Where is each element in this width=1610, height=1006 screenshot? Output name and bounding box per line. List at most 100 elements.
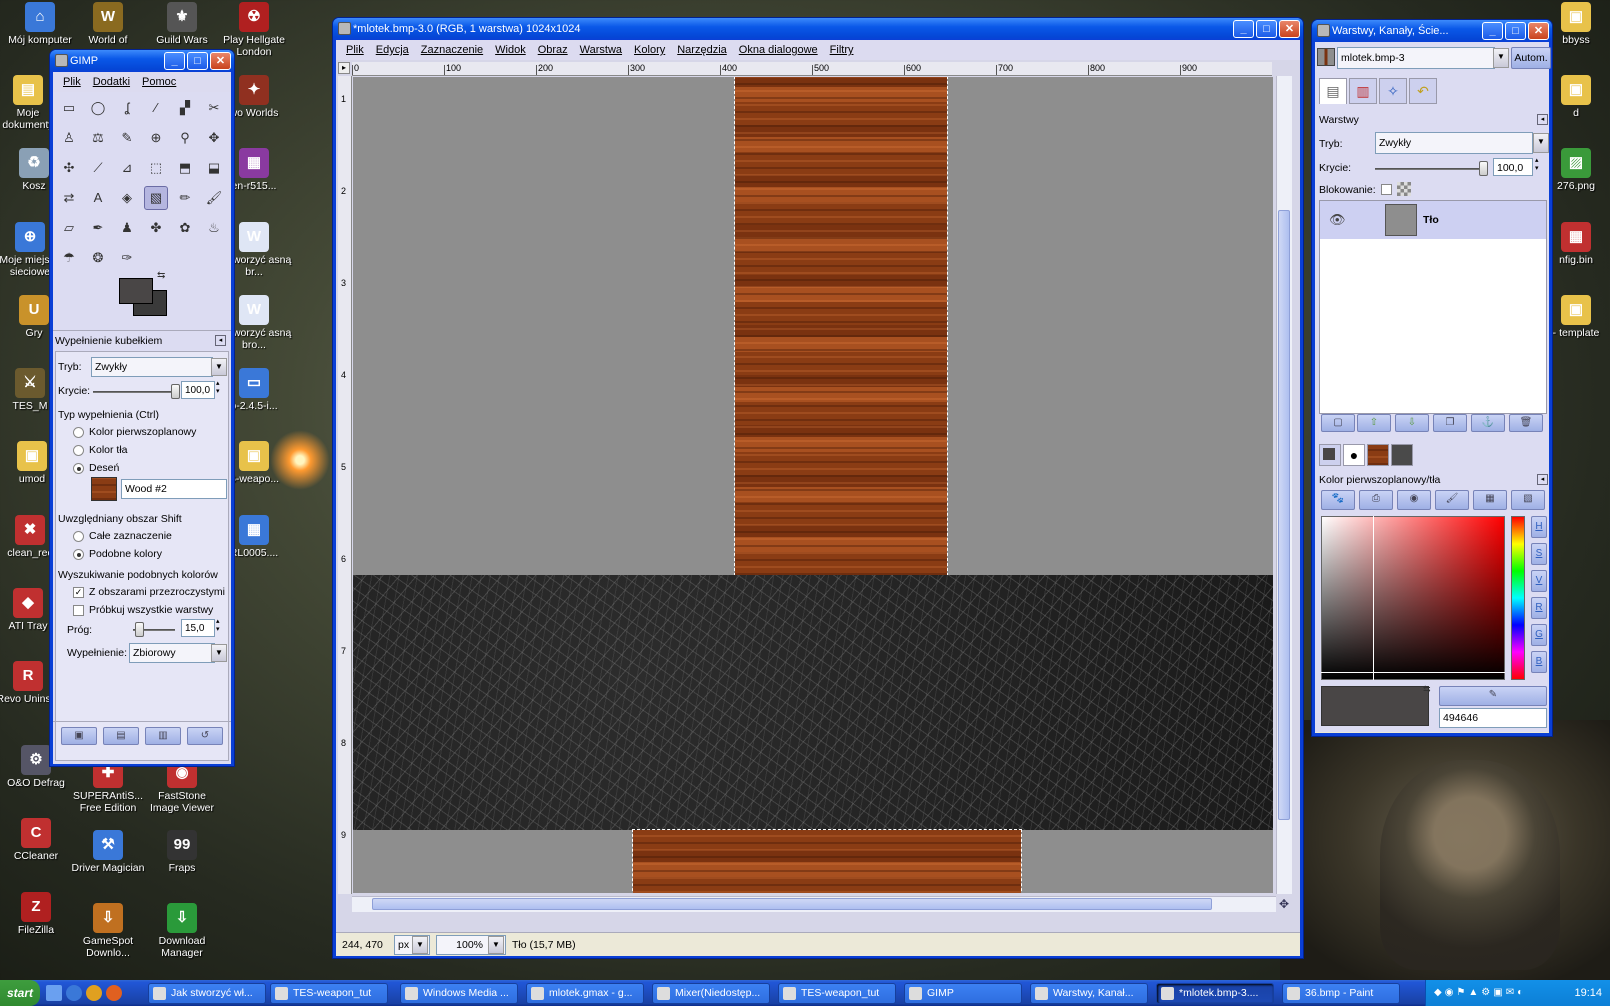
- color-saturation-square[interactable]: [1321, 516, 1505, 680]
- color-mode-water-button[interactable]: 🖌: [1435, 490, 1469, 510]
- fg-color-swatch[interactable]: [119, 278, 153, 304]
- anchor-layer-button[interactable]: ⚓: [1471, 414, 1505, 432]
- maximize-button[interactable]: □: [187, 52, 208, 70]
- horizontal-scroll-thumb[interactable]: [372, 898, 1212, 910]
- pattern-preview[interactable]: [91, 477, 117, 501]
- tool-button-31[interactable]: ❂: [86, 246, 110, 270]
- menu-3[interactable]: Widok: [489, 44, 532, 56]
- lower-layer-button[interactable]: ⇩: [1395, 414, 1429, 432]
- tool-button-1[interactable]: ◯: [86, 96, 110, 120]
- taskbar-button[interactable]: TES-weapon_tut: [270, 983, 388, 1004]
- radio-fill-fg[interactable]: [73, 427, 84, 438]
- minimize-button[interactable]: _: [164, 52, 185, 70]
- tool-button-21[interactable]: ▧: [144, 186, 168, 210]
- tool-button-2[interactable]: ʆ: [115, 96, 139, 120]
- tab-channels-icon[interactable]: ▥: [1349, 78, 1377, 104]
- menu-5[interactable]: Warstwa: [574, 44, 628, 56]
- radio-fill-pattern[interactable]: [73, 463, 84, 474]
- color-mode-scales-button[interactable]: ▦: [1473, 490, 1507, 510]
- tool-button-5[interactable]: ✂: [202, 96, 226, 120]
- checkbox-sample-merged[interactable]: [73, 605, 84, 616]
- layers-titlebar[interactable]: Warstwy, Kanały, Ście... _ □ ✕: [1312, 20, 1552, 42]
- tool-button-22[interactable]: ✏: [173, 186, 197, 210]
- menu-9[interactable]: Filtry: [824, 44, 860, 56]
- horizontal-ruler[interactable]: 0 100 200 300 400 500 600 700 800 900: [352, 62, 1272, 76]
- threshold-input[interactable]: 15,0: [181, 619, 215, 637]
- fill-by-select[interactable]: Zbiorowy: [129, 643, 215, 663]
- navigate-icon[interactable]: ✥: [1276, 896, 1292, 912]
- tab-gradients-icon[interactable]: [1391, 444, 1413, 466]
- raise-layer-button[interactable]: ⇧: [1357, 414, 1391, 432]
- taskbar-button[interactable]: Warstwy, Kanał...: [1030, 983, 1148, 1004]
- spin-arrows-icon[interactable]: ▴ ▾: [216, 618, 220, 634]
- tool-button-32[interactable]: ✑: [115, 246, 139, 270]
- desktop-icon[interactable]: 99 Fraps: [144, 830, 220, 874]
- desktop-icon[interactable]: ◉ FastStone Image Viewer: [144, 758, 220, 814]
- radio-fill-bg[interactable]: [73, 445, 84, 456]
- image-titlebar[interactable]: *mlotek.bmp-3.0 (RGB, 1 warstwa) 1024x10…: [333, 18, 1303, 40]
- reset-options-button[interactable]: ↺: [187, 727, 223, 745]
- delete-layer-button[interactable]: 🗑: [1509, 414, 1543, 432]
- threshold-slider-knob[interactable]: [135, 622, 145, 637]
- panel-menu-icon[interactable]: ◂: [1537, 114, 1548, 125]
- menu-7[interactable]: Narzędzia: [671, 44, 733, 56]
- image-select[interactable]: mlotek.bmp-3: [1337, 47, 1495, 69]
- chevron-down-icon[interactable]: ▼: [1493, 48, 1509, 68]
- minimize-button[interactable]: _: [1233, 20, 1254, 38]
- eye-icon[interactable]: 👁: [1329, 212, 1346, 228]
- mode-select[interactable]: Zwykły: [91, 357, 213, 377]
- layer-mode-select[interactable]: Zwykły: [1375, 132, 1533, 154]
- radio-area-similar[interactable]: [73, 549, 84, 560]
- taskbar-button[interactable]: GIMP: [904, 983, 1022, 1004]
- desktop-icon[interactable]: ⇩ Download Manager: [144, 903, 220, 959]
- chevron-down-icon[interactable]: ▼: [488, 936, 504, 954]
- tool-button-23[interactable]: 🖌: [202, 186, 226, 210]
- maximize-button[interactable]: □: [1505, 22, 1526, 40]
- tool-button-15[interactable]: ⬚: [144, 156, 168, 180]
- tool-button-29[interactable]: ♨: [202, 216, 226, 240]
- chevron-down-icon[interactable]: ▼: [412, 936, 428, 954]
- show-desktop-icon[interactable]: [46, 985, 62, 1001]
- hex-input[interactable]: 494646: [1439, 708, 1547, 728]
- tab-brushes-icon[interactable]: ●: [1343, 444, 1365, 466]
- color-mode-wheel-button[interactable]: ◉: [1397, 490, 1431, 510]
- vertical-ruler[interactable]: 1 2 3 4 5 6 7 8 9: [338, 76, 352, 894]
- menu-6[interactable]: Kolory: [628, 44, 671, 56]
- firefox-icon[interactable]: [106, 985, 122, 1001]
- layer-opacity-slider[interactable]: [1375, 168, 1485, 170]
- desktop-icon[interactable]: ✚ SUPERAntiS... Free Edition: [70, 758, 146, 814]
- menu-2[interactable]: Zaznaczenie: [415, 44, 489, 56]
- tool-button-20[interactable]: ◈: [115, 186, 139, 210]
- opacity-slider-knob[interactable]: [171, 384, 180, 399]
- tool-button-19[interactable]: A: [86, 186, 110, 210]
- panel-menu-icon[interactable]: ◂: [1537, 474, 1548, 485]
- desktop-icon[interactable]: C CCleaner: [0, 818, 74, 862]
- restore-options-button[interactable]: ▤: [103, 727, 139, 745]
- tool-button-13[interactable]: ⟋: [86, 156, 110, 180]
- desktop-icon[interactable]: Z FileZilla: [0, 892, 74, 936]
- spin-arrows-icon[interactable]: ▴ ▾: [1535, 157, 1539, 173]
- checkbox-transparent[interactable]: ✓: [73, 587, 84, 598]
- hue-strip[interactable]: [1511, 516, 1525, 680]
- menu-4[interactable]: Obraz: [532, 44, 574, 56]
- minimize-button[interactable]: _: [1482, 22, 1503, 40]
- tool-button-3[interactable]: ⁄: [144, 96, 168, 120]
- taskbar-button[interactable]: *mlotek.bmp-3....: [1156, 983, 1274, 1004]
- tool-button-9[interactable]: ⊕: [144, 126, 168, 150]
- quick-mask-corner[interactable]: ▸: [338, 62, 350, 74]
- tool-button-6[interactable]: ♙: [57, 126, 81, 150]
- tool-button-10[interactable]: ⚲: [173, 126, 197, 150]
- opacity-slider[interactable]: [93, 391, 175, 393]
- chevron-down-icon[interactable]: ▼: [211, 644, 227, 662]
- tool-button-4[interactable]: ▞: [173, 96, 197, 120]
- maximize-button[interactable]: □: [1256, 20, 1277, 38]
- tool-button-24[interactable]: ▱: [57, 216, 81, 240]
- tab-layers-icon[interactable]: ▤: [1319, 78, 1347, 104]
- color-mode-cmyk-button[interactable]: ⎙: [1359, 490, 1393, 510]
- tool-button-27[interactable]: ✤: [144, 216, 168, 240]
- channel-button[interactable]: R: [1531, 597, 1547, 619]
- tool-button-28[interactable]: ✿: [173, 216, 197, 240]
- desktop-icon[interactable]: ⌂ Mój komputer: [2, 2, 78, 46]
- desktop-icon[interactable]: ⚒ Driver Magician: [70, 830, 146, 874]
- desktop-icon[interactable]: ⚜ Guild Wars: [144, 2, 220, 46]
